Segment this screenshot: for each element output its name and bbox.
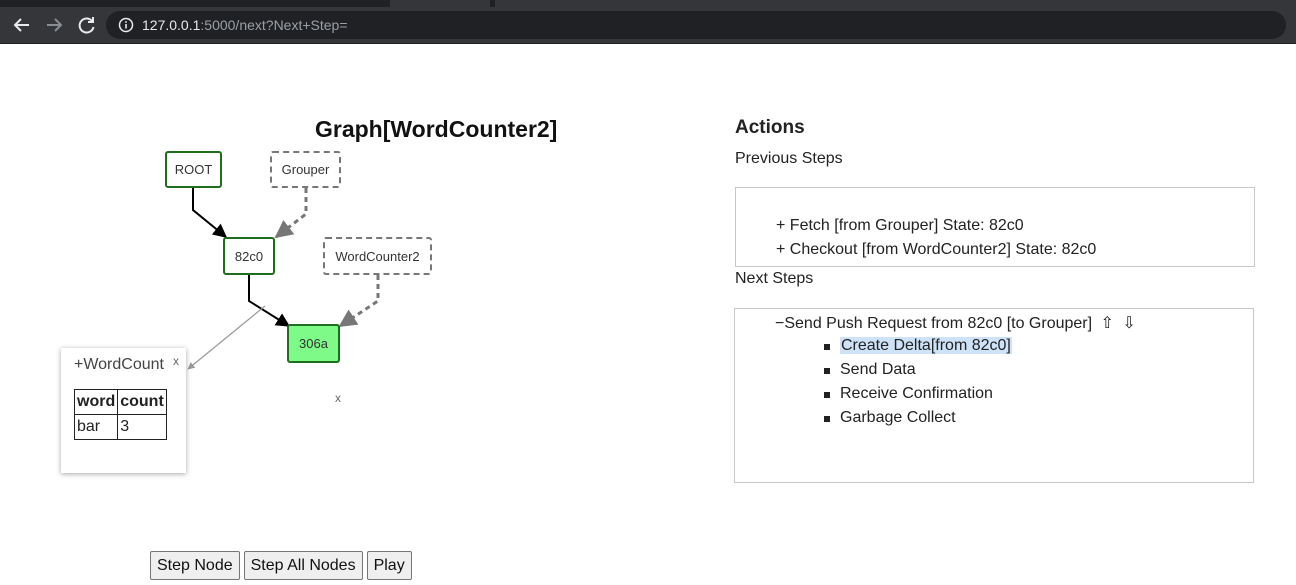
move-down-icon[interactable]: ⇩ <box>1122 315 1135 332</box>
list-item[interactable]: Create Delta[from 82c0] <box>824 337 1012 361</box>
browser-tab[interactable] <box>495 0 1296 7</box>
node-label: 82c0 <box>234 248 264 264</box>
tab-strip <box>0 0 1296 7</box>
next-steps-heading: Next Steps <box>735 270 814 287</box>
list-item[interactable]: Receive Confirmation <box>824 385 1012 409</box>
graph-controls: Step Node Step All Nodes Play <box>150 551 412 580</box>
graph-node-306a[interactable]: 306a <box>287 324 340 363</box>
actions-heading: Actions <box>735 117 805 138</box>
edge-wordcounter2-306a <box>338 275 380 328</box>
step-all-nodes-button[interactable]: Step All Nodes <box>243 551 363 580</box>
play-button[interactable]: Play <box>366 551 412 580</box>
previous-steps-heading: Previous Steps <box>735 150 843 167</box>
graph-node-grouper[interactable]: Grouper <box>270 151 341 188</box>
node-label: 306a <box>299 336 328 351</box>
bullet-icon <box>824 392 830 398</box>
info-icon[interactable] <box>118 17 134 38</box>
move-up-icon[interactable]: ⇧ <box>1101 315 1114 332</box>
popup-pointer <box>187 305 266 370</box>
browser-toolbar: 127.0.0.1:5000/next?Next+Step= <box>0 7 1296 44</box>
edge-grouper-82c0 <box>274 188 308 239</box>
edge-82c0-306a <box>248 275 291 327</box>
column-header: count <box>117 389 167 415</box>
edge-root-82c0 <box>192 188 228 238</box>
node-label: Grouper <box>281 162 330 177</box>
table-header-row: word count <box>73 389 167 415</box>
next-steps-box: −Send Push Request from 82c0 [to Grouper… <box>734 308 1254 483</box>
url-path: :5000/next?Next+Step= <box>200 17 348 33</box>
node-label: ROOT <box>174 162 213 177</box>
wordcount-table: word count bar 3 <box>73 389 167 440</box>
node-state-popup: +WordCount x word count bar 3 <box>61 348 186 473</box>
forward-arrow-icon[interactable] <box>40 11 68 39</box>
substep-label[interactable]: Send Data <box>840 361 916 378</box>
previous-step-item[interactable]: + Checkout [from WordCounter2] State: 82… <box>776 241 1096 259</box>
table-cell: 3 <box>117 414 167 440</box>
table-row: bar 3 <box>73 414 167 440</box>
substep-list: Create Delta[from 82c0] Send Data Receiv… <box>824 337 1012 433</box>
popup-close-button[interactable]: x <box>173 354 179 368</box>
previous-step-item[interactable]: + Fetch [from Grouper] State: 82c0 <box>776 217 1024 235</box>
previous-steps-box: + Fetch [from Grouper] State: 82c0 + Che… <box>735 187 1255 267</box>
reload-icon[interactable] <box>72 11 100 39</box>
list-item[interactable]: Send Data <box>824 361 1012 385</box>
bullet-icon <box>824 416 830 422</box>
next-step-label[interactable]: −Send Push Request from 82c0 [to Grouper… <box>775 315 1092 332</box>
list-item[interactable]: Garbage Collect <box>824 409 1012 433</box>
bullet-icon <box>824 368 830 374</box>
url-text: 127.0.0.1:5000/next?Next+Step= <box>142 17 348 33</box>
browser-tab[interactable] <box>390 0 490 7</box>
substep-label[interactable]: Create Delta[from 82c0] <box>840 337 1012 354</box>
graph-node-root[interactable]: ROOT <box>165 151 222 188</box>
table-cell: bar <box>73 414 119 440</box>
next-step-title[interactable]: −Send Push Request from 82c0 [to Grouper… <box>775 313 1136 333</box>
substep-label[interactable]: Garbage Collect <box>840 409 956 426</box>
graph-node-wordcounter2[interactable]: WordCounter2 <box>323 237 432 275</box>
column-header: word <box>73 389 119 415</box>
address-bar[interactable]: 127.0.0.1:5000/next?Next+Step= <box>106 11 1286 39</box>
graph-node-82c0[interactable]: 82c0 <box>223 237 275 275</box>
step-node-button[interactable]: Step Node <box>150 551 240 580</box>
popup-title[interactable]: +WordCount <box>74 356 164 374</box>
close-icon[interactable]: x <box>335 391 341 405</box>
bullet-icon <box>824 344 830 350</box>
substep-label[interactable]: Receive Confirmation <box>840 385 993 402</box>
url-host: 127.0.0.1 <box>142 17 201 33</box>
back-arrow-icon[interactable] <box>8 11 36 39</box>
node-label: WordCounter2 <box>335 248 420 264</box>
